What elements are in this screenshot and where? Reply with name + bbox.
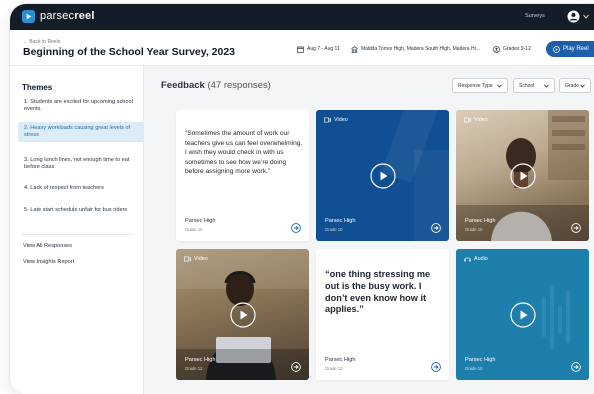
chevron-down-icon [580, 84, 585, 88]
video-tag: Video [184, 256, 208, 262]
video-camera-icon [324, 117, 331, 123]
schools-label: Matilda Torres High, Madera South High, … [361, 46, 480, 52]
video-camera-icon [464, 117, 471, 123]
grades-label: Grades 9-12 [503, 46, 531, 52]
nav-surveys-link[interactable]: Surveys [525, 13, 545, 19]
feedback-card-video[interactable]: Video Parsec High Grade 12 [176, 249, 309, 380]
arrow-right-circle-icon[interactable] [291, 362, 301, 372]
feedback-quote: “one thing stressing me out is the busy … [325, 269, 431, 315]
arrow-right-circle-icon[interactable] [571, 223, 581, 233]
brand-logo[interactable]: parsecreel [40, 10, 95, 22]
card-grade: Grade 12 [185, 366, 203, 371]
arrow-right-circle-icon[interactable] [571, 362, 581, 372]
response-type-select[interactable]: Response Type [452, 78, 508, 93]
video-tag: Video [324, 117, 348, 123]
grade-select[interactable]: Grade [559, 78, 591, 93]
arrow-right-circle-icon[interactable] [431, 223, 441, 233]
card-grade: Grade 10 [325, 366, 343, 371]
video-camera-icon [184, 256, 191, 262]
play-button-icon[interactable] [509, 301, 536, 328]
date-range-label: Aug 7 - Aug 11 [307, 46, 340, 52]
theme-item-2[interactable]: 2. Heavy workloads causing great levels … [18, 122, 144, 142]
play-button-icon[interactable] [509, 162, 536, 189]
theme-item-1[interactable]: 1. Students are excited for upcoming sch… [18, 96, 144, 116]
grades-summary: Grades 9-12 [493, 44, 531, 54]
themes-heading: Themes [22, 83, 53, 92]
card-school: Parsec High [465, 357, 496, 363]
school-select[interactable]: School [513, 78, 555, 93]
date-range: Aug 7 - Aug 11 [297, 44, 340, 54]
theme-item-3[interactable]: 3. Long lunch lines, not enough time to … [18, 154, 144, 174]
card-school: Parsec High [465, 218, 496, 224]
card-school: Parsec High [185, 357, 216, 363]
play-reel-label: Play Reel [563, 46, 589, 52]
schools-filter-summary: Matilda Torres High, Madera South High, … [351, 44, 480, 54]
card-grade: Grade 10 [465, 366, 483, 371]
play-reel-button[interactable]: Play Reel [546, 41, 594, 57]
play-circle-icon [553, 45, 560, 53]
sidebar-divider [22, 234, 134, 235]
back-to-reels-link[interactable]: ← Back to Reels [23, 39, 60, 45]
feedback-panel: Feedback (47 responses) Response Type Sc… [144, 66, 594, 394]
school-icon [351, 45, 358, 53]
card-school: Parsec High [325, 218, 356, 224]
arrow-right-circle-icon[interactable] [431, 362, 441, 372]
feedback-card-video[interactable]: Video Parsec High Grade 10 [316, 110, 449, 241]
play-button-icon[interactable] [229, 301, 256, 328]
calendar-icon [297, 45, 304, 53]
feedback-card-text[interactable]: “Sometimes the amount of work our teache… [176, 110, 309, 241]
account-icon[interactable] [567, 10, 580, 23]
theme-item-5[interactable]: 5. Late start schedule unfair for bus ri… [18, 204, 144, 217]
user-circle-icon [493, 45, 500, 53]
headphones-icon [464, 257, 471, 262]
card-school: Parsec High [325, 357, 356, 363]
play-button-icon[interactable] [369, 162, 396, 189]
feedback-heading: Feedback (47 responses) [161, 80, 271, 91]
app-window: parsecreel Surveys ← Back to Reels Begin… [10, 4, 594, 394]
view-insights-report-link[interactable]: View Insights Report [23, 259, 74, 265]
audio-tag: Audio [464, 256, 488, 262]
feedback-card-audio[interactable]: Audio Parsec High Grade 10 [456, 249, 589, 380]
card-grade: Grade 10 [325, 227, 343, 232]
card-grade: Grade 10 [185, 227, 203, 232]
top-nav: parsecreel Surveys [10, 4, 594, 30]
feedback-card-video[interactable]: Video Parsec High Grade 10 [456, 110, 589, 241]
theme-item-4[interactable]: 4. Lack of respect from teachers [18, 182, 144, 195]
chevron-down-icon [497, 84, 502, 88]
card-grade: Grade 10 [465, 227, 483, 232]
view-all-responses-link[interactable]: View All Responses [23, 243, 72, 249]
arrow-right-circle-icon[interactable] [291, 223, 301, 233]
logo-icon [22, 10, 35, 23]
feedback-count: (47 responses) [207, 80, 271, 91]
feedback-quote: “Sometimes the amount of work our teache… [185, 130, 303, 175]
page-header: ← Back to Reels Beginning of the School … [10, 30, 594, 66]
card-school: Parsec High [185, 218, 216, 224]
chevron-down-icon [544, 84, 549, 88]
video-tag: Video [464, 117, 488, 123]
chevron-down-icon[interactable] [583, 14, 589, 19]
page-title: Beginning of the School Year Survey, 202… [23, 46, 236, 58]
feedback-card-text[interactable]: “one thing stressing me out is the busy … [316, 249, 449, 380]
themes-sidebar: Themes 1. Students are excited for upcom… [10, 66, 144, 394]
